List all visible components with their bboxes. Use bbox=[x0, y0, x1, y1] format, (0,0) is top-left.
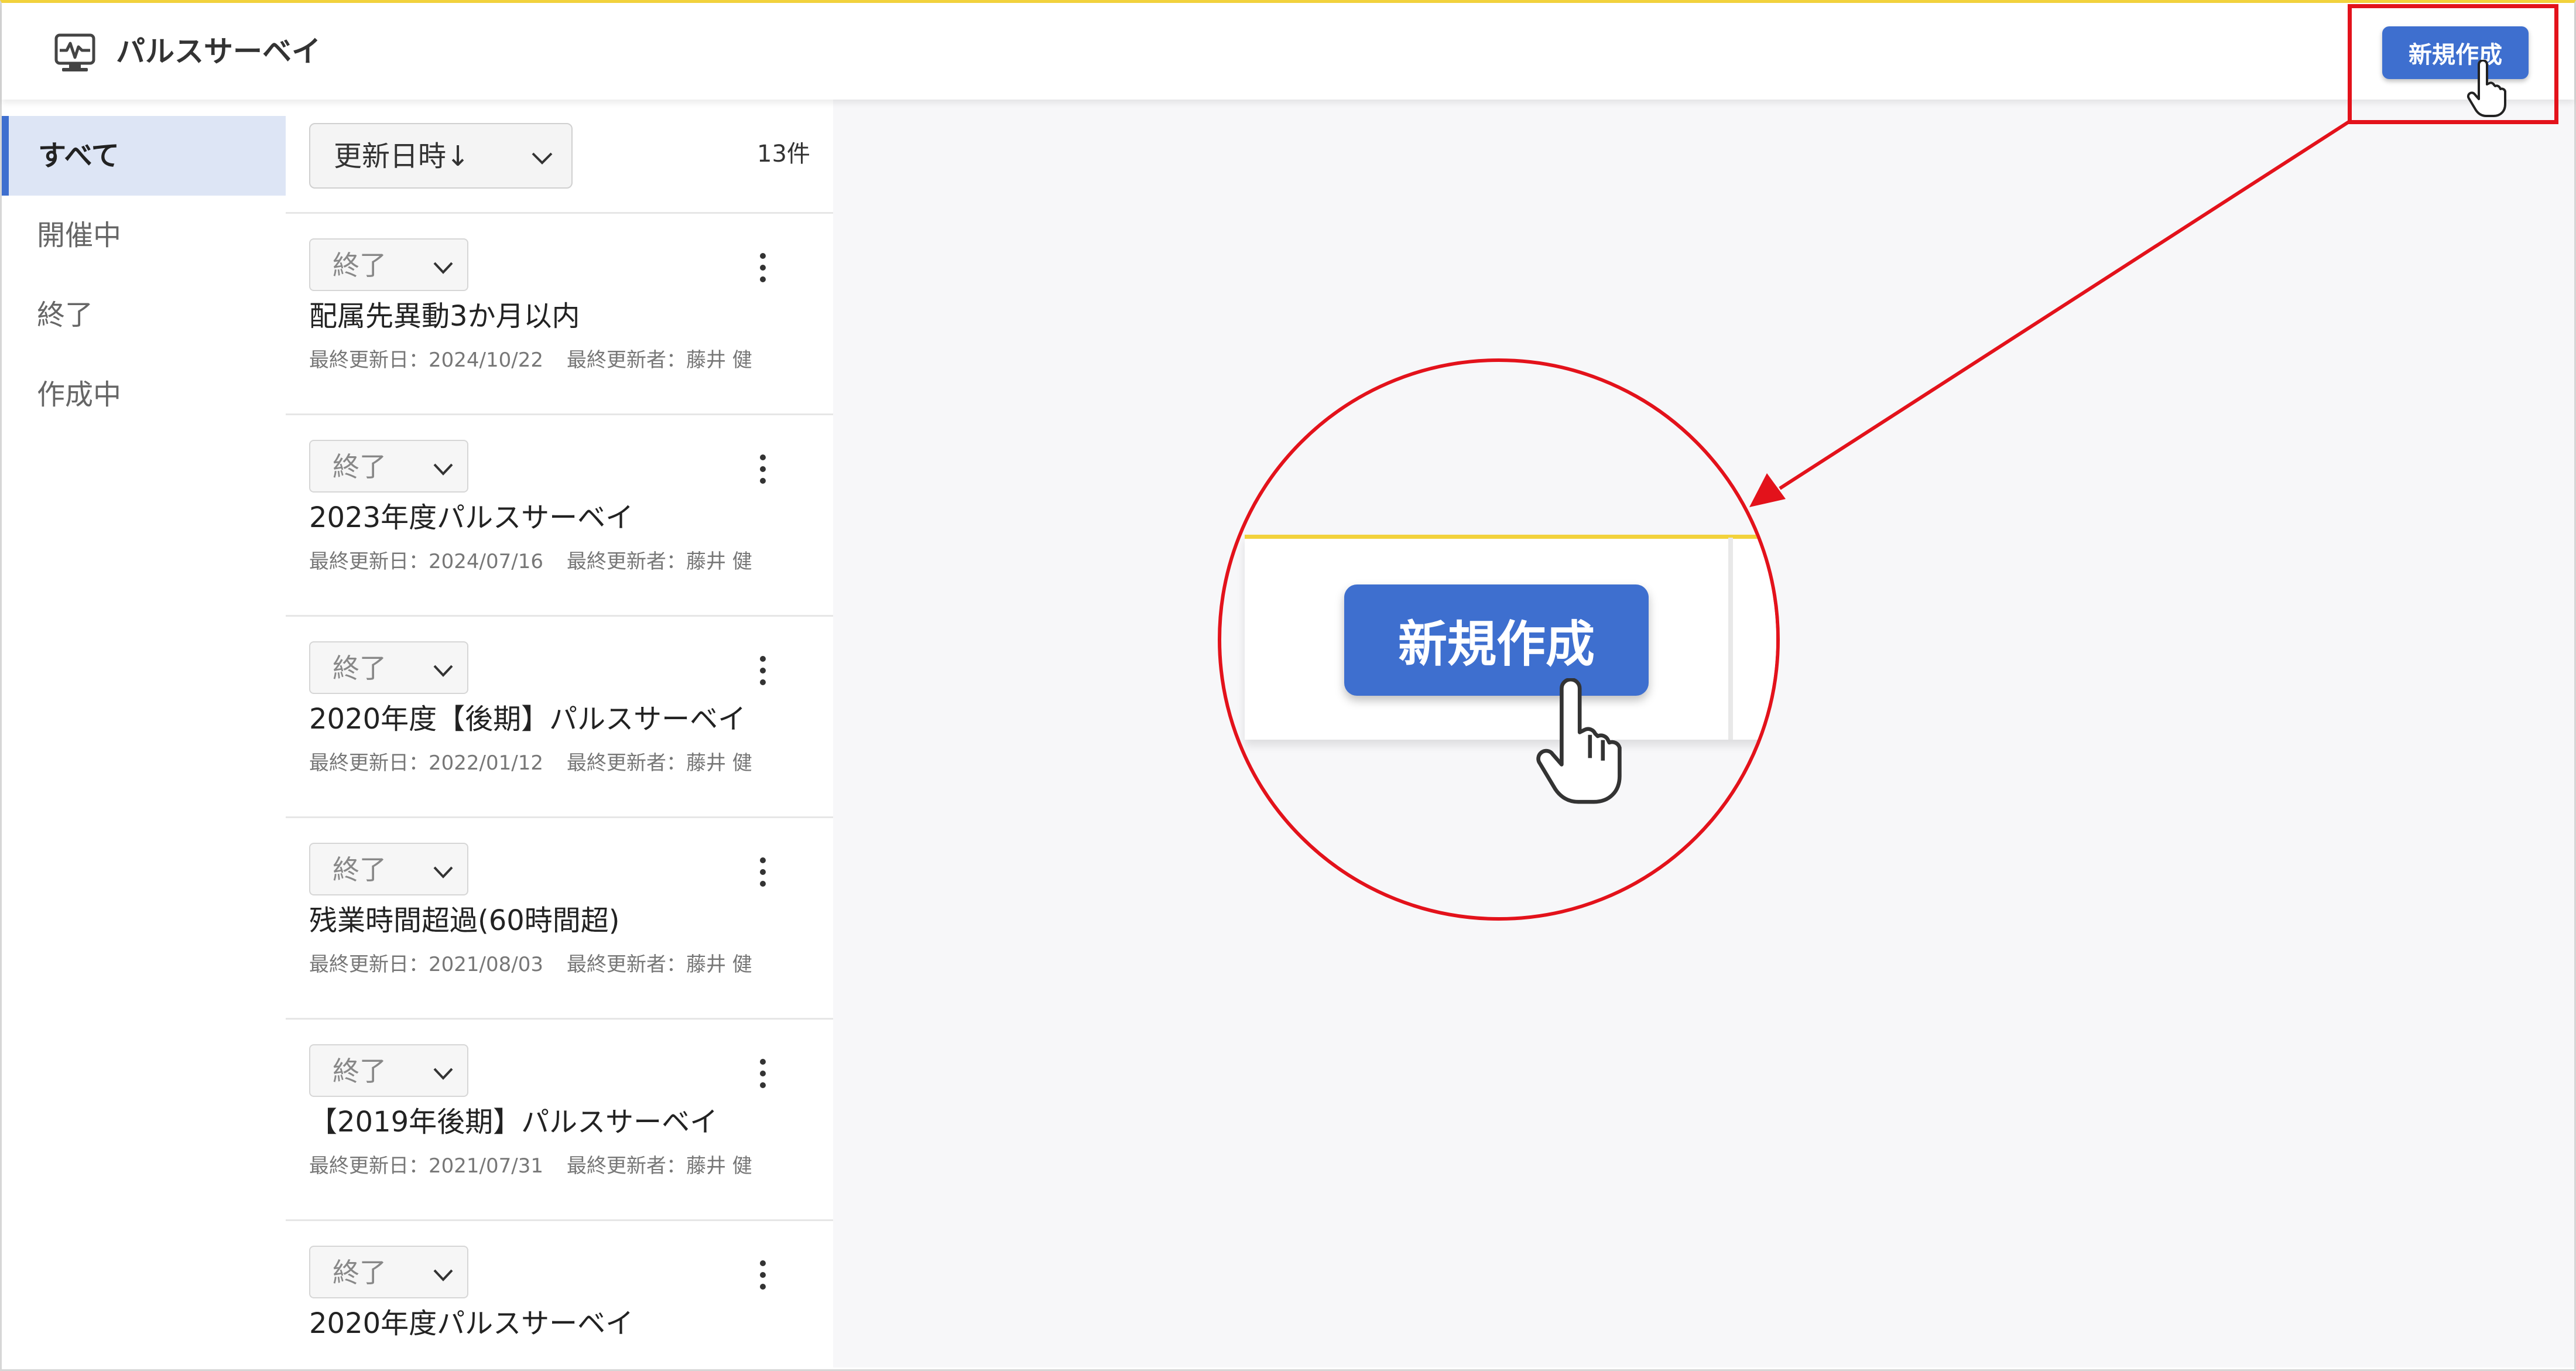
last-updated: 最終更新日：2024/10/22 bbox=[309, 348, 543, 372]
more-menu-icon[interactable] bbox=[754, 250, 772, 285]
status-label: 終了 bbox=[333, 249, 386, 281]
chevron-down-icon bbox=[433, 866, 453, 878]
survey-title[interactable]: 2020年度【後期】パルスサーベイ bbox=[309, 699, 746, 740]
status-dropdown[interactable]: 終了 bbox=[309, 1044, 468, 1097]
survey-meta: 最終更新日：2024/10/22 最終更新者：藤井 健 bbox=[309, 346, 752, 375]
survey-meta: 最終更新日：2024/07/16 最終更新者：藤井 健 bbox=[309, 547, 752, 576]
status-dropdown[interactable]: 終了 bbox=[309, 843, 468, 895]
status-dropdown[interactable]: 終了 bbox=[309, 641, 468, 694]
chevron-down-icon bbox=[433, 1269, 453, 1281]
more-menu-icon[interactable] bbox=[754, 653, 772, 688]
zoom-header-edge bbox=[1728, 538, 1733, 740]
more-menu-icon[interactable] bbox=[754, 452, 772, 487]
survey-title[interactable]: 【2019年後期】パルスサーベイ bbox=[309, 1102, 718, 1143]
status-label: 終了 bbox=[333, 451, 386, 483]
chevron-down-icon bbox=[433, 665, 453, 677]
survey-title[interactable]: 残業時間超過(60時間超) bbox=[309, 900, 620, 941]
last-updater: 最終更新者：藤井 健 bbox=[566, 348, 752, 372]
app-title: パルスサーベイ bbox=[116, 35, 321, 69]
status-label: 終了 bbox=[333, 854, 386, 885]
sidebar: すべて 開催中 終了 作成中 bbox=[2, 100, 286, 1367]
highlight-box bbox=[2348, 4, 2558, 124]
last-updater: 最終更新者：藤井 健 bbox=[566, 751, 752, 775]
item-count: 13件 bbox=[757, 141, 810, 167]
list-item[interactable]: 終了 2020年度パルスサーベイ bbox=[286, 1219, 833, 1367]
status-dropdown[interactable]: 終了 bbox=[309, 440, 468, 493]
survey-meta: 最終更新日：2021/07/31 最終更新者：藤井 健 bbox=[309, 1151, 752, 1181]
status-label: 終了 bbox=[333, 652, 386, 684]
sort-dropdown[interactable]: 更新日時↓ bbox=[309, 123, 573, 189]
last-updater: 最終更新者：藤井 健 bbox=[566, 550, 752, 573]
last-updater: 最終更新者：藤井 健 bbox=[566, 1154, 752, 1178]
survey-list: 更新日時↓ 13件 終了 配属先異動3か月以内 最終更新日：2024/10/22… bbox=[286, 100, 833, 1367]
status-dropdown[interactable]: 終了 bbox=[309, 1246, 468, 1298]
chevron-down-icon bbox=[433, 463, 453, 476]
survey-title[interactable]: 2020年度パルスサーベイ bbox=[309, 1303, 633, 1344]
sidebar-item-all[interactable]: すべて bbox=[2, 116, 286, 196]
last-updater: 最終更新者：藤井 健 bbox=[566, 953, 752, 976]
sidebar-item-draft[interactable]: 作成中 bbox=[2, 355, 286, 435]
last-updated: 最終更新日：2021/08/03 bbox=[309, 953, 543, 976]
chevron-down-icon bbox=[532, 152, 553, 165]
status-dropdown[interactable]: 終了 bbox=[309, 238, 468, 291]
hand-pointer-icon bbox=[1536, 678, 1622, 804]
more-menu-icon[interactable] bbox=[754, 1257, 772, 1293]
list-item[interactable]: 終了 配属先異動3か月以内 最終更新日：2024/10/22 最終更新者：藤井 健 bbox=[286, 212, 833, 413]
more-menu-icon[interactable] bbox=[754, 854, 772, 890]
status-label: 終了 bbox=[333, 1055, 386, 1087]
list-item[interactable]: 終了 残業時間超過(60時間超) 最終更新日：2021/08/03 最終更新者：藤… bbox=[286, 816, 833, 1018]
zoom-callout: 新規作成 bbox=[1218, 358, 1780, 921]
last-updated: 最終更新日：2022/01/12 bbox=[309, 751, 543, 775]
list-item[interactable]: 終了 2020年度【後期】パルスサーベイ 最終更新日：2022/01/12 最終更… bbox=[286, 615, 833, 816]
app-header: パルスサーベイ 新規作成 bbox=[2, 3, 2574, 100]
more-menu-icon[interactable] bbox=[754, 1056, 772, 1091]
chevron-down-icon bbox=[433, 1068, 453, 1080]
survey-meta: 最終更新日：2022/01/12 最終更新者：藤井 健 bbox=[309, 748, 752, 778]
status-label: 終了 bbox=[333, 1257, 386, 1288]
pulse-monitor-icon bbox=[54, 33, 95, 71]
list-item[interactable]: 終了 2023年度パルスサーベイ 最終更新日：2024/07/16 最終更新者：藤… bbox=[286, 413, 833, 615]
chevron-down-icon bbox=[433, 262, 453, 274]
survey-title[interactable]: 2023年度パルスサーベイ bbox=[309, 497, 633, 538]
last-updated: 最終更新日：2024/07/16 bbox=[309, 550, 543, 573]
last-updated: 最終更新日：2021/07/31 bbox=[309, 1154, 543, 1178]
sort-label: 更新日時↓ bbox=[334, 140, 470, 173]
survey-meta: 最終更新日：2021/08/03 最終更新者：藤井 健 bbox=[309, 950, 752, 979]
survey-title[interactable]: 配属先異動3か月以内 bbox=[309, 296, 580, 337]
hand-pointer-icon bbox=[2467, 60, 2506, 117]
sidebar-item-ongoing[interactable]: 開催中 bbox=[2, 196, 286, 275]
sidebar-item-finished[interactable]: 終了 bbox=[2, 275, 286, 355]
list-item[interactable]: 終了 【2019年後期】パルスサーベイ 最終更新日：2021/07/31 最終更新… bbox=[286, 1018, 833, 1219]
